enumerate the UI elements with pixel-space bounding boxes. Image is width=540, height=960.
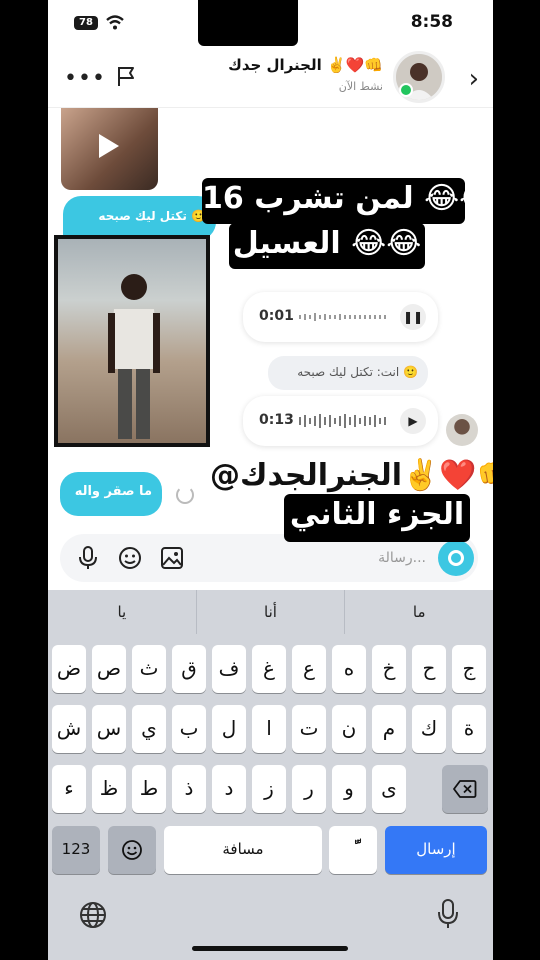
home-indicator bbox=[192, 946, 348, 951]
key[interactable]: ذ bbox=[172, 765, 206, 813]
contact-name[interactable]: الجنرال جدك ✌️❤️👊 bbox=[228, 56, 383, 74]
reply-bubble[interactable]: تكتل ليك صبحه 🙂 bbox=[63, 196, 216, 240]
key[interactable]: ة bbox=[452, 705, 486, 753]
key[interactable]: ض bbox=[52, 645, 86, 693]
key[interactable]: ك bbox=[412, 705, 446, 753]
play-icon[interactable]: ▶ bbox=[400, 408, 426, 434]
video-message-thumbnail[interactable] bbox=[61, 108, 158, 190]
globe-icon[interactable] bbox=[78, 900, 108, 930]
key[interactable]: ل bbox=[212, 705, 246, 753]
play-icon bbox=[99, 134, 119, 158]
key[interactable]: ا bbox=[252, 705, 286, 753]
camera-icon bbox=[448, 550, 464, 566]
message-input[interactable] bbox=[186, 545, 426, 571]
person-figure bbox=[108, 274, 160, 439]
battery-indicator: 78 bbox=[74, 16, 98, 30]
key[interactable]: ث bbox=[132, 645, 166, 693]
contact-status: نشط الآن bbox=[338, 80, 383, 93]
caption-line-3: الجزء الثاني bbox=[284, 494, 470, 542]
pause-icon[interactable]: ❚❚ bbox=[400, 304, 426, 330]
photo-message[interactable] bbox=[54, 235, 210, 447]
send-key[interactable]: إرسال bbox=[385, 826, 487, 874]
sender-avatar bbox=[446, 414, 478, 446]
key[interactable]: خ bbox=[372, 645, 406, 693]
key[interactable]: ظ bbox=[92, 765, 126, 813]
key[interactable]: س bbox=[92, 705, 126, 753]
key[interactable]: د bbox=[212, 765, 246, 813]
key[interactable]: ء bbox=[52, 765, 86, 813]
key[interactable]: ر bbox=[292, 765, 326, 813]
caption-mention: @الجنرالجدك✌️❤️👊 bbox=[210, 458, 493, 493]
voice-message[interactable]: 0:01 ❚❚ bbox=[243, 292, 438, 342]
emoji-icon bbox=[122, 840, 142, 860]
suggestion-bar: يا أنا ما bbox=[48, 590, 493, 634]
key[interactable]: ن bbox=[332, 705, 366, 753]
backspace-key[interactable] bbox=[442, 765, 488, 813]
suggestion[interactable]: ما bbox=[344, 590, 493, 634]
chat-header: ••• الجنرال جدك ✌️❤️👊 نشط الآن › bbox=[48, 48, 493, 108]
report-flag-icon[interactable] bbox=[114, 64, 138, 88]
key[interactable]: ص bbox=[92, 645, 126, 693]
top-emoji-overlay: 😂😂 bbox=[198, 0, 298, 46]
more-options-icon[interactable]: ••• bbox=[64, 66, 106, 91]
caption-line-1: لمن تشرب 16 😂😂 bbox=[202, 178, 493, 224]
voice-message[interactable]: 0:13 ▶ bbox=[243, 396, 438, 446]
key[interactable]: م bbox=[372, 705, 406, 753]
caption-line-2: العسيل 😂😂 bbox=[229, 223, 425, 269]
key[interactable]: ع bbox=[292, 645, 326, 693]
key[interactable]: ح bbox=[412, 645, 446, 693]
clock: 8:58 bbox=[410, 12, 453, 32]
key[interactable]: ط bbox=[132, 765, 166, 813]
microphone-icon[interactable] bbox=[74, 544, 102, 572]
key[interactable]: ت bbox=[292, 705, 326, 753]
keyboard: يا أنا ما ض ص ث ق ف غ ع ه خ ح ج ش س ي ب … bbox=[48, 590, 493, 960]
key-row-3: ء ظ ط ذ د ز ر و ى bbox=[52, 765, 489, 813]
waveform-icon bbox=[299, 313, 386, 321]
sending-spinner-icon bbox=[176, 486, 194, 504]
key[interactable]: ف bbox=[212, 645, 246, 693]
online-status-dot bbox=[399, 83, 413, 97]
key[interactable]: ى bbox=[372, 765, 406, 813]
waveform-icon bbox=[299, 414, 386, 428]
numbers-key[interactable]: 123 bbox=[52, 826, 100, 874]
dictation-mic-icon[interactable] bbox=[437, 898, 459, 930]
key-row-4: 123 مسافة ًّ إرسال bbox=[52, 826, 489, 874]
diacritic-key[interactable]: ًّ bbox=[329, 826, 377, 874]
key[interactable]: ق bbox=[172, 645, 206, 693]
key[interactable]: ب bbox=[172, 705, 206, 753]
key[interactable]: ش bbox=[52, 705, 86, 753]
back-chevron-icon[interactable]: › bbox=[469, 64, 479, 94]
key[interactable]: غ bbox=[252, 645, 286, 693]
key[interactable]: ز bbox=[252, 765, 286, 813]
sticker-icon[interactable] bbox=[116, 544, 144, 572]
space-key[interactable]: مسافة bbox=[164, 826, 322, 874]
key-row-2: ش س ي ب ل ا ت ن م ك ة bbox=[52, 705, 489, 753]
backspace-icon bbox=[453, 780, 477, 798]
emoji-key[interactable] bbox=[108, 826, 156, 874]
photo-image bbox=[58, 239, 206, 443]
reply-context: انت: تكتل ليك صبحه 🙂 bbox=[268, 356, 428, 390]
outgoing-message[interactable]: ما صقر واله bbox=[60, 472, 162, 516]
key[interactable]: ه bbox=[332, 645, 366, 693]
key[interactable]: و bbox=[332, 765, 366, 813]
wifi-icon bbox=[106, 15, 124, 30]
voice-duration: 0:13 bbox=[259, 412, 294, 428]
key-row-1: ض ص ث ق ف غ ع ه خ ح ج bbox=[52, 645, 489, 693]
gallery-icon[interactable] bbox=[158, 544, 186, 572]
key[interactable]: ج bbox=[452, 645, 486, 693]
suggestion[interactable]: يا bbox=[48, 590, 196, 634]
suggestion[interactable]: أنا bbox=[195, 590, 345, 634]
camera-button[interactable] bbox=[438, 540, 474, 576]
voice-duration: 0:01 bbox=[259, 308, 294, 324]
app-screen: 78 8:58 ••• الجنرال جدك ✌️❤️👊 نشط الآن › bbox=[48, 0, 493, 960]
key[interactable]: ي bbox=[132, 705, 166, 753]
